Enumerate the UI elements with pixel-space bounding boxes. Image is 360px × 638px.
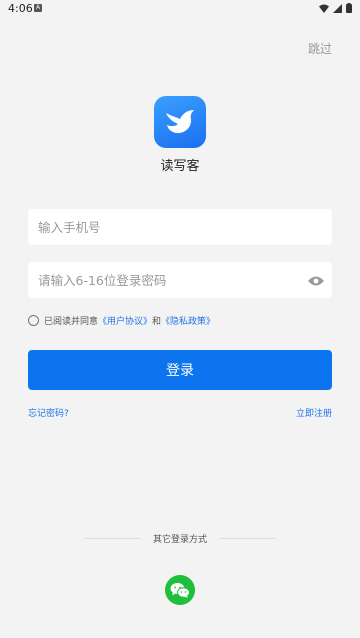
status-icons (319, 3, 352, 13)
forgot-password-link[interactable]: 忘记密码? (28, 406, 69, 419)
agreement-row: 已阅读并同意 《用户协议》 和 《隐私政策》 (28, 314, 215, 327)
bird-icon (166, 110, 194, 134)
wechat-icon (170, 582, 190, 598)
agreement-and: 和 (152, 317, 162, 327)
password-input[interactable] (28, 262, 298, 298)
wechat-login-button[interactable] (165, 575, 195, 605)
agreement-checkbox[interactable] (28, 315, 39, 326)
phone-input[interactable] (28, 209, 298, 245)
password-field[interactable] (28, 262, 332, 298)
signal-icon (333, 3, 342, 13)
other-login-divider: 其它登录方式 (84, 532, 277, 545)
phone-field[interactable] (28, 209, 332, 245)
divider-line-right (219, 538, 277, 539)
login-button[interactable]: 登录 (28, 350, 332, 390)
battery-icon (346, 3, 352, 13)
divider-line-left (84, 538, 141, 539)
register-link[interactable]: 立即注册 (296, 406, 332, 419)
skip-button[interactable]: 跳过 (308, 40, 332, 57)
agreement-prefix: 已阅读并同意 (44, 317, 99, 327)
privacy-policy-link[interactable]: 《隐私政策》 (161, 314, 215, 327)
notification-icon: A (34, 4, 42, 12)
eye-icon[interactable] (308, 273, 324, 292)
app-name: 读写客 (160, 159, 200, 174)
app-logo (154, 96, 206, 148)
status-bar: 4:06 A (0, 0, 360, 18)
other-login-label: 其它登录方式 (153, 535, 208, 545)
wifi-icon (319, 4, 329, 13)
user-agreement-link[interactable]: 《用户协议》 (98, 314, 152, 327)
status-time: 4:06 (8, 2, 33, 15)
